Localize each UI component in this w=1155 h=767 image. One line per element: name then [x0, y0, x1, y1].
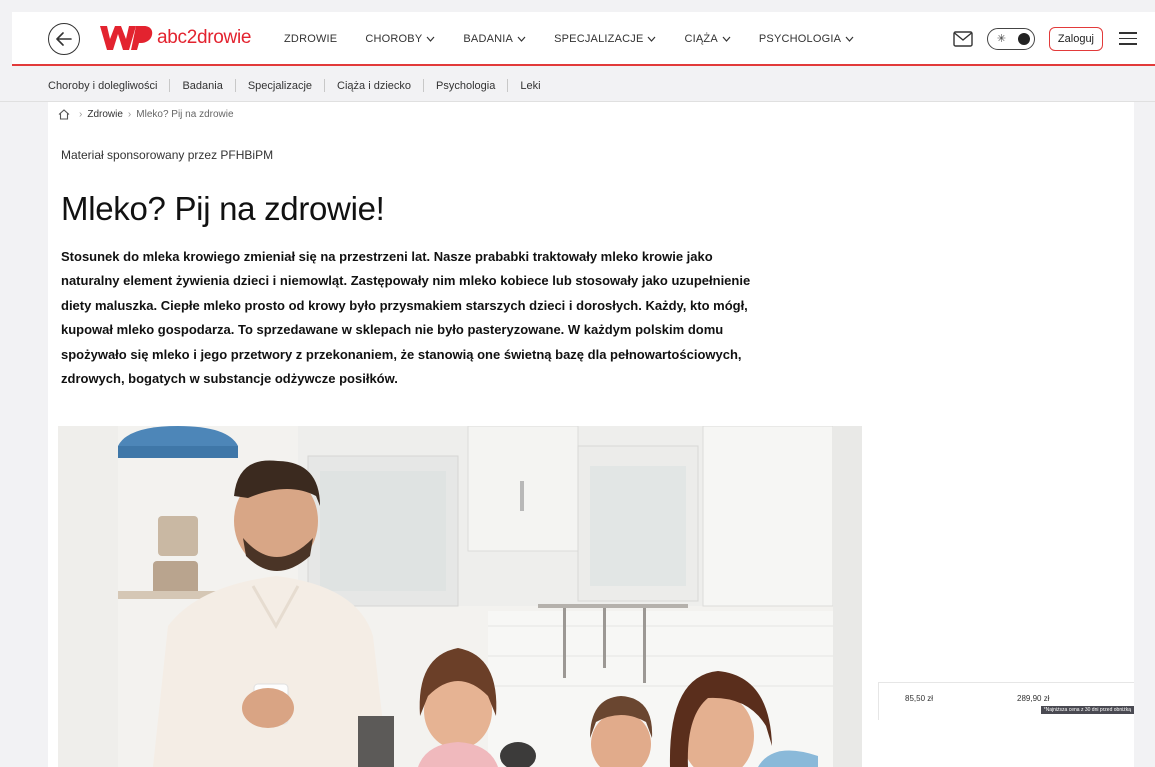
- chevron-down-icon: [426, 36, 435, 42]
- ad-note: *Najniższa cena z 30 dni przed obniżką: [1040, 706, 1134, 714]
- header-tools: ✳ Zaloguj: [953, 12, 1137, 66]
- subnav-item-specjalizacje[interactable]: Specjalizacje: [248, 80, 312, 92]
- arrow-left-icon: [56, 32, 72, 46]
- breadcrumb: › Zdrowie › Mleko? Pij na zdrowie: [58, 109, 234, 120]
- hamburger-menu-icon[interactable]: [1119, 32, 1137, 46]
- top-header: abc2drowie ZDROWIE CHOROBY BADANIA SPECJ…: [12, 12, 1155, 66]
- breadcrumb-item-zdrowie[interactable]: Zdrowie: [87, 109, 123, 120]
- breadcrumb-separator: ›: [127, 109, 132, 120]
- article-hero-image: [58, 426, 862, 767]
- article-title: Mleko? Pij na zdrowie!: [61, 190, 385, 227]
- divider: [324, 79, 326, 92]
- main-nav: ZDROWIE CHOROBY BADANIA SPECJALIZACJE CI…: [284, 12, 882, 66]
- ad-price: 85,50 zł: [905, 694, 934, 703]
- back-button[interactable]: [48, 23, 80, 55]
- mail-icon[interactable]: [953, 31, 973, 47]
- subnav-item-leki[interactable]: Leki: [520, 80, 540, 92]
- nav-item-label: SPECJALIZACJE: [554, 33, 644, 45]
- nav-item-badania[interactable]: BADANIA: [463, 33, 526, 45]
- nav-item-ciaza[interactable]: CIĄŻA: [684, 33, 731, 45]
- nav-item-zdrowie[interactable]: ZDROWIE: [284, 33, 337, 45]
- breadcrumb-separator: ›: [79, 109, 83, 120]
- subnav-item-ciaza[interactable]: Ciąża i dziecko: [337, 80, 411, 92]
- site-logo[interactable]: abc2drowie: [98, 22, 251, 54]
- logo-text: abc2drowie: [157, 27, 252, 48]
- article-content: › Zdrowie › Mleko? Pij na zdrowie Materi…: [48, 102, 1134, 767]
- nav-item-specjalizacje[interactable]: SPECJALIZACJE: [554, 33, 656, 45]
- ad-price: 289,90 zł: [1017, 694, 1050, 703]
- home-icon[interactable]: [58, 109, 70, 120]
- nav-item-label: ZDROWIE: [284, 33, 338, 45]
- divider: [234, 79, 236, 92]
- nav-item-label: PSYCHOLOGIA: [758, 33, 842, 45]
- nav-item-label: CHOROBY: [365, 33, 423, 45]
- sponsored-label: Materiał sponsorowany przez PFHBiPM: [61, 148, 274, 162]
- subnav-item-choroby[interactable]: Choroby i dolegliwości: [48, 80, 157, 92]
- nav-item-label: BADANIA: [463, 33, 514, 45]
- theme-toggle[interactable]: ✳: [986, 28, 1035, 50]
- chevron-down-icon: [517, 36, 526, 42]
- login-button[interactable]: Zaloguj: [1048, 27, 1103, 51]
- secondary-nav: Choroby i dolegliwości Badania Specjaliz…: [0, 70, 1155, 102]
- divider: [507, 79, 509, 92]
- sun-icon: ✳: [996, 33, 1007, 45]
- divider: [423, 79, 425, 92]
- chevron-down-icon: [722, 36, 731, 42]
- nav-item-choroby[interactable]: CHOROBY: [365, 33, 435, 45]
- nav-item-label: CIĄŻA: [684, 33, 718, 45]
- nav-item-psychologia[interactable]: PSYCHOLOGIA: [759, 33, 854, 45]
- chevron-down-icon: [845, 36, 854, 42]
- chevron-down-icon: [648, 36, 656, 42]
- family-kitchen-photo: [58, 426, 862, 767]
- toggle-knob: [1017, 33, 1030, 45]
- wp-logo-icon: [100, 26, 153, 50]
- subnav-item-badania[interactable]: Badania: [182, 80, 222, 92]
- divider: [169, 79, 171, 92]
- subnav-item-psychologia[interactable]: Psychologia: [436, 80, 495, 92]
- ad-banner[interactable]: 85,50 zł 289,90 zł *Najniższa cena z 30 …: [878, 682, 1134, 720]
- breadcrumb-item-current: Mleko? Pij na zdrowie: [136, 109, 234, 120]
- article-lead: Stosunek do mleka krowiego zmieniał się …: [61, 249, 751, 387]
